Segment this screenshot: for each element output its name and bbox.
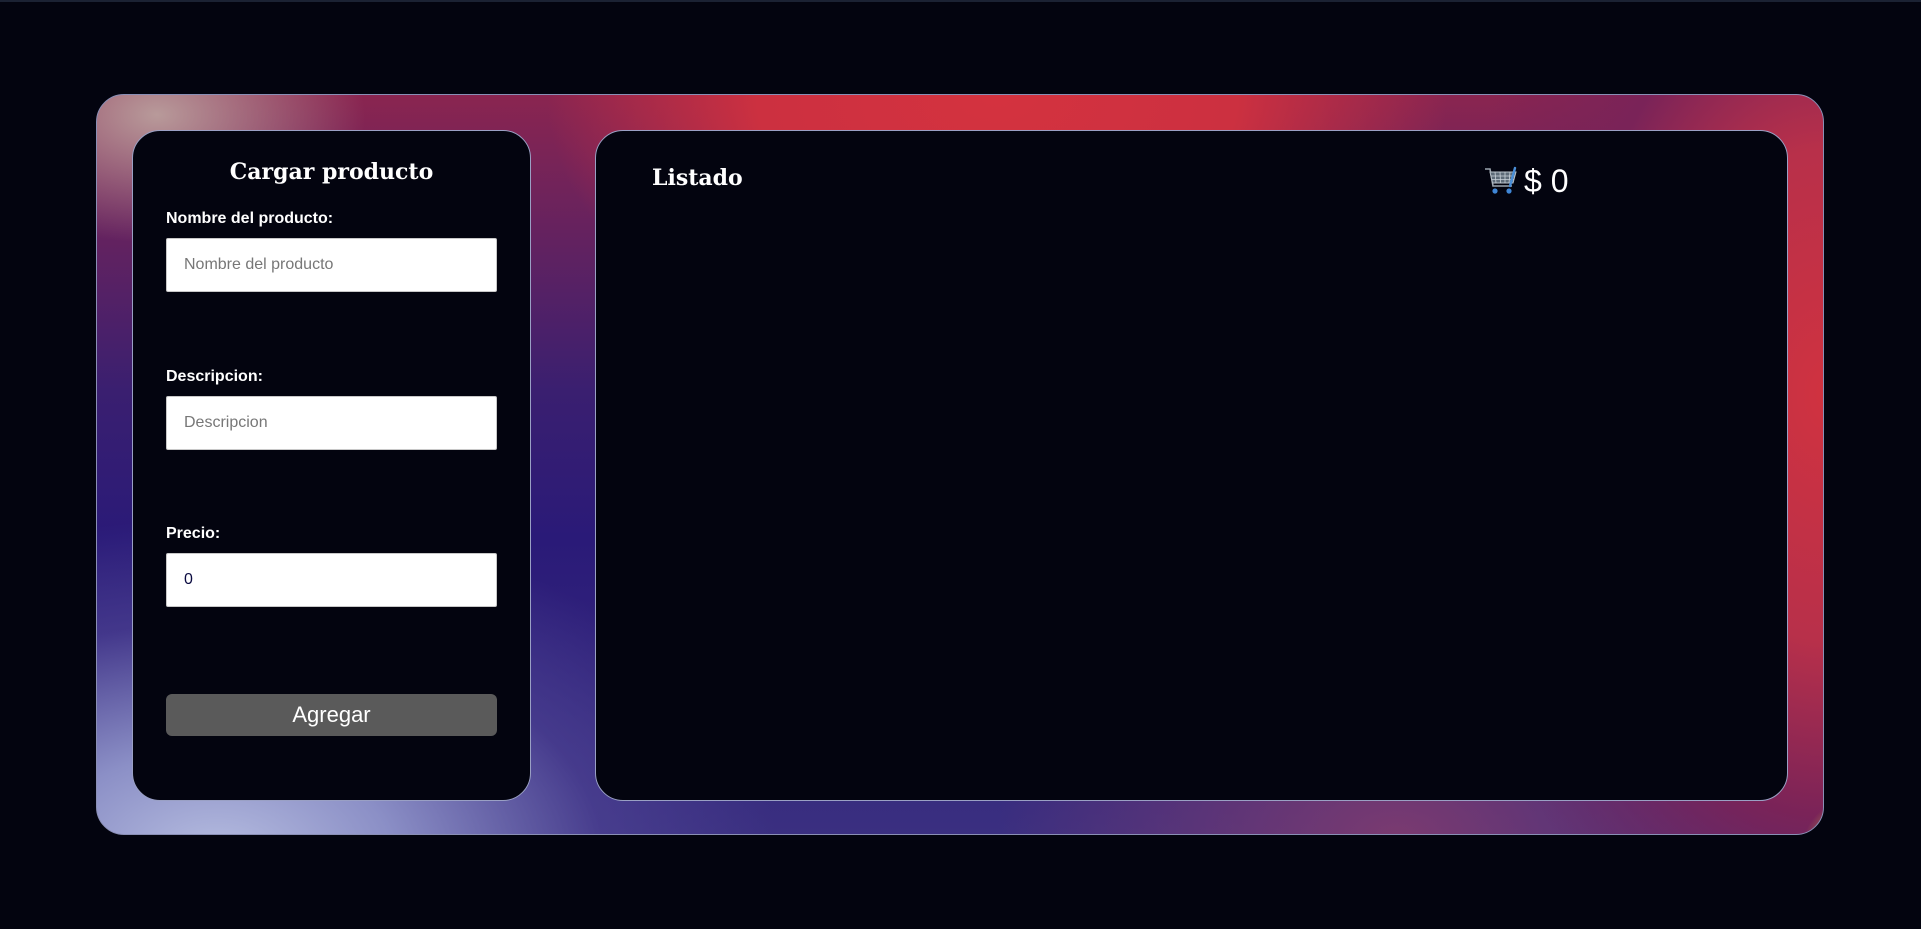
form-title: Cargar producto — [229, 159, 434, 185]
list-title: Listado — [652, 165, 743, 191]
add-button[interactable]: Agregar — [166, 694, 497, 736]
cart-summary: $ 0 — [1484, 161, 1568, 201]
shopping-cart-icon — [1485, 166, 1517, 194]
description-input[interactable] — [166, 396, 497, 450]
window-top-edge — [0, 0, 1921, 2]
price-input[interactable] — [166, 553, 497, 607]
cart-total: $ 0 — [1524, 163, 1569, 199]
name-label: Nombre del producto: — [166, 210, 334, 227]
product-list-panel: Listado $ 0 — [595, 130, 1788, 801]
name-input[interactable] — [166, 238, 497, 292]
product-form-panel: Cargar producto Nombre del producto: Des… — [132, 130, 531, 801]
description-label: Descripcion: — [166, 368, 263, 385]
price-label: Precio: — [166, 525, 221, 542]
